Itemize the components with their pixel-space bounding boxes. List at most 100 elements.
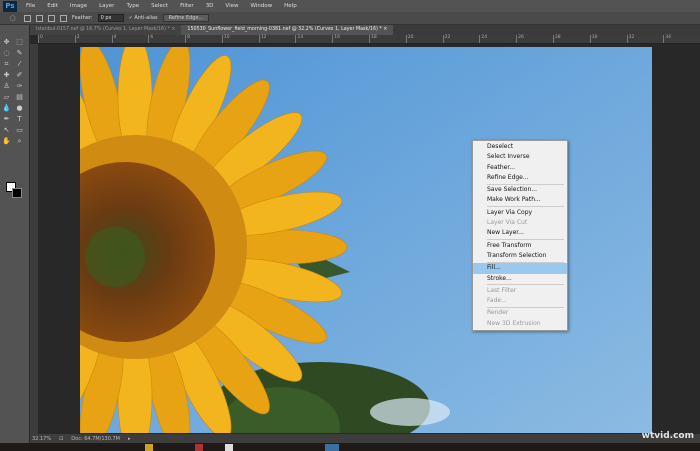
ruler-tick-label: 30: [589, 35, 627, 43]
menu-edit[interactable]: Edit: [47, 3, 58, 9]
history-brush-icon[interactable]: ✑: [15, 82, 24, 91]
menu-window[interactable]: Window: [250, 3, 272, 9]
ruler-tick-label: 18: [369, 35, 406, 43]
status-menu-arrow-icon[interactable]: ▸: [128, 436, 131, 442]
move-tool-icon[interactable]: ✥: [2, 38, 11, 47]
quick-select-icon[interactable]: ✎: [15, 49, 24, 58]
ruler-tick-label: 34: [663, 35, 700, 43]
vertical-ruler: [30, 44, 38, 434]
ruler-tick-label: 28: [552, 35, 590, 43]
ruler-tick-label: 20: [405, 35, 443, 43]
antialias-checkbox[interactable]: ✓ Anti-alias: [129, 15, 158, 21]
document-tabs: Istanbul-0157.nef @ 16.7% (Curves 1, Lay…: [30, 25, 700, 35]
healing-brush-icon[interactable]: ✚: [2, 71, 11, 80]
document-tab[interactable]: 150530_Sunflower_field_morning-0381.nef …: [181, 25, 394, 35]
menu-file[interactable]: File: [26, 3, 35, 9]
taskbar-app-icon[interactable]: [225, 444, 233, 451]
context-menu-item-feather[interactable]: Feather...: [473, 163, 567, 173]
context-menu-item-fill[interactable]: Fill...: [473, 263, 567, 274]
status-bar: 32.17% ⊡ Doc: 64.7M/130.7M ▸: [30, 434, 700, 443]
ruler-tick-label: 16: [332, 35, 369, 43]
close-tab-icon[interactable]: ×: [382, 27, 387, 32]
eraser-icon[interactable]: ▱: [2, 93, 11, 102]
taskbar-app-icon[interactable]: [195, 444, 203, 451]
photoshop-logo: Ps: [3, 0, 17, 12]
options-bar: ◌ Feather: 0 px ✓ Anti-alias Refine Edge…: [0, 12, 700, 25]
menu-layer[interactable]: Layer: [99, 3, 114, 9]
marquee-tool-icon[interactable]: ⬚: [15, 38, 24, 47]
share-icon[interactable]: ⊡: [59, 436, 63, 442]
context-menu-item-new-layer[interactable]: New Layer...: [473, 228, 567, 238]
document-tab[interactable]: Istanbul-0157.nef @ 16.7% (Curves 1, Lay…: [30, 25, 182, 35]
refine-edge-button[interactable]: Refine Edge...: [162, 14, 210, 22]
subtract-selection-icon[interactable]: [48, 14, 55, 22]
crop-tool-icon[interactable]: ⌗: [2, 60, 11, 69]
stamp-tool-icon[interactable]: ♙: [2, 82, 11, 91]
new-selection-icon[interactable]: [24, 14, 31, 22]
context-menu-item-transform-selection[interactable]: Transform Selection: [473, 251, 567, 261]
feather-label: Feather:: [72, 15, 93, 21]
context-menu-item-free-transform[interactable]: Free Transform: [473, 241, 567, 251]
ruler-tick-label: 26: [516, 35, 553, 43]
pen-tool-icon[interactable]: ✒: [2, 115, 11, 124]
ruler-tick-label: 0: [38, 35, 75, 43]
menu-select[interactable]: Select: [151, 3, 168, 9]
menu-type[interactable]: Type: [126, 3, 139, 9]
tools-panel: ✥ ⬚ ◌ ✎ ⌗ ⁄ ✚ ✐ ♙ ✑ ▱ ▤ 💧 ● ✒ T ↖ ▭ ✋ ⌕: [0, 25, 30, 443]
menu-image[interactable]: Image: [70, 3, 87, 9]
context-menu-item-layer-via-cut: Layer Via Cut: [487, 219, 528, 227]
context-menu-item-render: Render: [487, 309, 509, 317]
context-menu-item-make-work-path[interactable]: Make Work Path...: [473, 195, 567, 205]
dodge-tool-icon[interactable]: ●: [15, 104, 24, 113]
taskbar-photoshop-icon[interactable]: [325, 444, 339, 451]
shape-tool-icon[interactable]: ▭: [15, 126, 24, 135]
background-color-swatch[interactable]: [12, 188, 22, 198]
eyedropper-icon[interactable]: ⁄: [15, 60, 24, 69]
add-selection-icon[interactable]: [36, 14, 43, 22]
watermark: wtvid.com: [641, 431, 694, 441]
ruler-tick-label: 24: [479, 35, 516, 43]
ruler-tick-label: 2: [74, 35, 112, 43]
horizontal-ruler: 0 2 4 6 8 10 12 14 16 18 20 22 24 26 28 30 32 34: [38, 35, 700, 44]
lasso-tool-icon[interactable]: ◌: [2, 49, 11, 58]
tab-label: 150530_Sunflower_field_morning-0381.nef …: [187, 27, 382, 32]
lasso-tool-preset-icon[interactable]: ◌: [8, 14, 17, 23]
type-tool-icon[interactable]: T: [15, 115, 24, 124]
taskbar-app-icon[interactable]: [145, 444, 153, 451]
ruler-tick-label: 12: [258, 35, 296, 43]
ruler-tick-label: 22: [442, 35, 480, 43]
ruler-tick-label: 8: [185, 35, 222, 43]
ruler-tick-label: 10: [221, 35, 259, 43]
tab-label: Istanbul-0157.nef @ 16.7% (Curves 1, Lay…: [36, 27, 170, 32]
blur-tool-icon[interactable]: 💧: [2, 104, 11, 113]
feather-input[interactable]: 0 px: [97, 14, 124, 22]
context-menu-item-stroke[interactable]: Stroke...: [473, 274, 567, 284]
menu-3d[interactable]: 3D: [206, 3, 214, 9]
context-menu: Deselect Select Inverse Feather... Refine E…: [472, 140, 568, 332]
ruler-tick-label: 14: [295, 35, 332, 43]
menu-help[interactable]: Help: [284, 3, 297, 9]
ruler-tick-label: 32: [626, 35, 664, 43]
brush-tool-icon[interactable]: ✐: [15, 71, 24, 80]
context-menu-item-deselect[interactable]: Deselect: [473, 142, 567, 152]
zoom-tool-icon[interactable]: ⌕: [15, 137, 24, 146]
menu-view[interactable]: View: [225, 3, 238, 9]
hand-tool-icon[interactable]: ✋: [2, 137, 11, 146]
path-select-icon[interactable]: ↖: [2, 126, 11, 135]
context-menu-item-fade: Fade...: [487, 297, 507, 305]
context-menu-item-layer-via-copy[interactable]: Layer Via Copy: [473, 208, 567, 218]
menu-filter[interactable]: Filter: [180, 3, 194, 9]
doc-size: Doc: 64.7M/130.7M: [71, 435, 120, 442]
gradient-icon[interactable]: ▤: [15, 93, 24, 102]
taskbar: [0, 443, 700, 451]
intersect-selection-icon[interactable]: [60, 14, 67, 22]
close-tab-icon[interactable]: ×: [170, 27, 175, 32]
menu-bar: Ps File Edit Image Layer Type Select Filter 3D V…: [0, 0, 700, 12]
context-menu-item-save-selection[interactable]: Save Selection...: [473, 185, 567, 195]
zoom-level[interactable]: 32.17%: [32, 436, 51, 442]
context-menu-item-select-inverse[interactable]: Select Inverse: [473, 152, 567, 162]
ruler-tick-label: 4: [111, 35, 149, 43]
ruler-tick-label: 6: [148, 35, 185, 43]
context-menu-item-refine-edge[interactable]: Refine Edge...: [473, 173, 567, 183]
context-menu-item-new-3d-extrusion: New 3D Extrusion: [487, 319, 541, 327]
